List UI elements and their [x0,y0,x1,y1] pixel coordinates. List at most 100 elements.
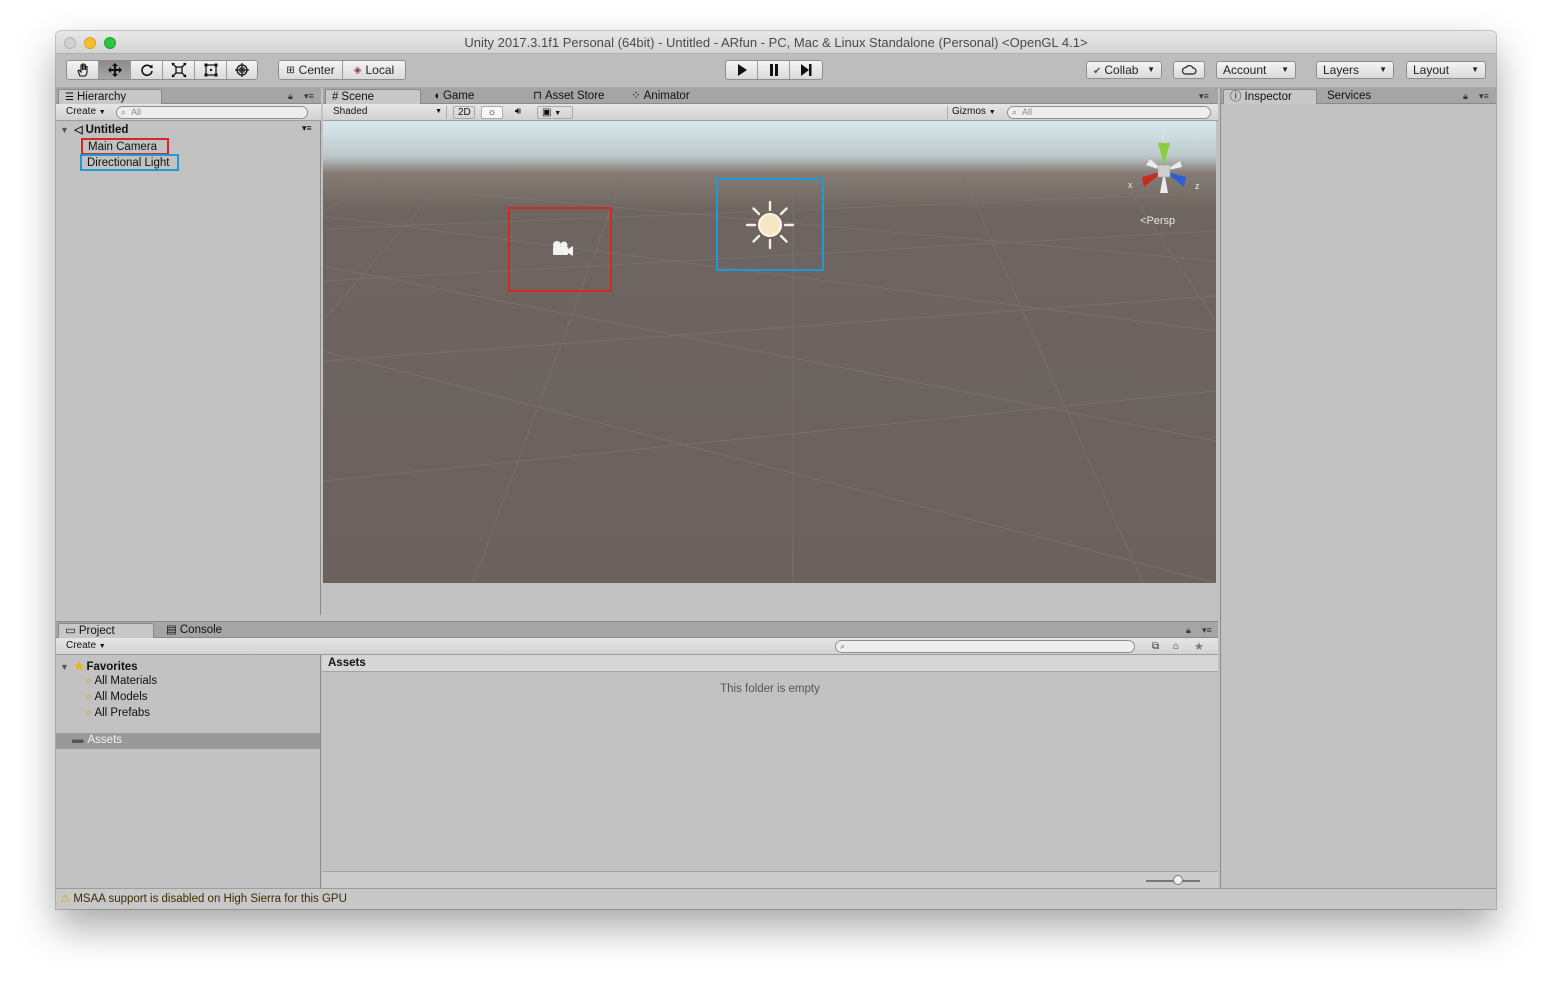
pause-icon [769,64,778,76]
filter-by-type-icon[interactable]: ⧉ [1152,641,1159,652]
hierarchy-item-main-camera[interactable]: Main Camera [81,138,170,155]
search-icon: ⌕ [840,641,846,651]
favorite-all-prefabs[interactable]: ⌕ All Prefabs [86,707,150,720]
status-message[interactable]: MSAA support is disabled on High Sierra … [73,893,347,905]
layout-dropdown[interactable]: Layout ▼ [1406,61,1486,79]
scene-lock-icon[interactable]: 🔒︎ [1195,131,1200,142]
search-icon: ⌕ [86,707,93,719]
close-window-button[interactable] [64,37,76,49]
panel-menu-icon[interactable]: ▾≡ [304,91,314,102]
search-icon: ⌕ [86,675,93,687]
pivot-local-toggle[interactable]: ◈ Local [343,61,405,79]
expand-triangle-icon[interactable]: ▼ [60,662,69,672]
hierarchy-item-label: Directional Light [87,157,170,169]
create-label: Create [66,640,97,651]
tab-project[interactable]: ▭ Project [58,623,154,638]
toggle-2d-button[interactable]: 2D [453,106,475,119]
tab-asset-store[interactable]: ⊓ Asset Store [527,89,619,104]
unity-editor-window: Unity 2017.3.1f1 Personal (64bit) - Unti… [56,31,1496,909]
tab-hierarchy[interactable]: ☰ Hierarchy [58,89,162,104]
pause-button[interactable] [758,61,790,79]
project-create-button[interactable]: Create ▼ [62,640,106,653]
shading-mode-dropdown[interactable]: Shaded ▼ [329,106,447,119]
status-bar: ⚠ MSAA support is disabled on High Sierra… [56,888,1496,909]
sun-icon: ☼ [487,107,497,118]
rotate-tool-button[interactable] [131,61,163,79]
project-search-input[interactable]: ⌕ [835,640,1135,653]
projection-toggle[interactable]: <Persp [1140,215,1175,227]
pivot-center-icon: ⊞ [286,64,295,76]
tab-animator-label: Animator [643,90,690,102]
title-bar: Unity 2017.3.1f1 Personal (64bit) - Unti… [56,31,1496,54]
favorite-label: All Models [94,691,148,703]
scale-icon [171,62,186,78]
assets-breadcrumb[interactable]: Assets [322,655,1218,672]
toggle-2d-label: 2D [458,107,471,118]
assets-folder-item[interactable]: ▬ Assets [56,733,320,749]
lock-icon[interactable]: 🔒︎ [1463,91,1468,102]
favorites-item[interactable]: ▼ ★ Favorites [60,659,138,673]
icon-size-slider-thumb[interactable] [1173,875,1183,885]
tab-console[interactable]: ▤ Console [160,623,250,638]
filter-by-label-icon[interactable]: ⌂ [1173,641,1179,652]
collab-check-icon: ✔ [1093,66,1102,77]
orientation-gizmo[interactable]: y x z [1124,131,1204,211]
panel-menu-icon[interactable]: ▾≡ [1479,91,1489,102]
favorite-all-materials[interactable]: ⌕ All Materials [86,675,157,688]
info-icon: ⓘ [1230,91,1242,103]
scale-tool-button[interactable] [163,61,195,79]
panel-menu-icon[interactable]: ▾≡ [1202,625,1212,636]
tab-animator[interactable]: ⁘ Animator [625,89,715,104]
tab-game[interactable]: ◖ Game [427,89,517,104]
camera-gizmo-icon[interactable] [549,240,575,258]
shopping-bag-icon: ⊓ [533,90,542,102]
transform-tools-group [66,60,258,80]
cloud-services-button[interactable] [1173,61,1205,79]
collab-dropdown[interactable]: ✔ Collab ▼ [1086,61,1162,79]
tab-scene[interactable]: # Scene [325,89,421,104]
account-dropdown[interactable]: Account ▼ [1216,61,1296,79]
minimize-window-button[interactable] [84,37,96,49]
project-folder-tree: ▼ ★ Favorites ⌕ All Materials ⌕ All Models … [56,655,321,889]
lock-icon[interactable]: 🔒︎ [288,91,293,102]
projection-label: Persp [1146,215,1176,227]
scene-root-item[interactable]: ▼ ◁ Untitled ▾≡ [60,123,312,136]
zoom-window-button[interactable] [104,37,116,49]
scene-name: Untitled [85,124,129,136]
transform-tool-button[interactable] [227,61,257,79]
dropdown-arrow-icon: ▼ [1281,65,1289,74]
rect-tool-button[interactable] [195,61,227,79]
scene-search-input[interactable]: ⌕ All [1007,106,1211,119]
unity-scene-icon: ◁ [74,124,83,136]
hierarchy-item-directional-light[interactable]: Directional Light [80,154,180,171]
gizmos-dropdown[interactable]: Gizmos ▼ [947,106,1001,119]
project-tabbar: ▭ Project ▤ Console 🔒︎ ▾≡ [56,622,1218,638]
play-button[interactable] [726,61,758,79]
favorite-all-models[interactable]: ⌕ All Models [86,691,148,704]
pivot-center-toggle[interactable]: ⊞ Center [279,61,343,79]
move-tool-button[interactable] [99,61,131,79]
hierarchy-search-input[interactable]: ⌕ All [116,106,308,119]
tab-console-label: Console [179,624,223,636]
tab-inspector[interactable]: ⓘ Inspector [1223,89,1317,104]
expand-triangle-icon[interactable]: ▼ [60,125,69,135]
grid-icon: # [332,91,339,103]
playback-controls-group [725,60,823,80]
scene-effects-dropdown[interactable]: ▣ ▼ [537,106,573,119]
layout-label: Layout [1413,63,1450,77]
scene-lighting-toggle[interactable]: ☼ [481,106,503,119]
lock-icon[interactable]: 🔒︎ [1186,625,1191,636]
account-label: Account [1223,63,1267,77]
directional-light-gizmo-icon[interactable] [743,198,797,252]
layers-dropdown[interactable]: Layers ▼ [1316,61,1394,79]
step-button[interactable] [790,61,822,79]
hierarchy-tabbar: ☰ Hierarchy 🔒︎ ▾≡ [56,88,321,104]
scene-viewport[interactable]: y x z <Persp 🔒︎ [323,121,1216,583]
panel-menu-icon[interactable]: ▾≡ [1199,91,1209,102]
tab-services[interactable]: Services [1321,89,1411,104]
hierarchy-create-button[interactable]: Create ▼ [62,106,106,119]
scene-audio-toggle[interactable]: 🔊︎ [507,106,529,119]
scene-menu-icon[interactable]: ▾≡ [302,123,312,134]
favorite-star-icon[interactable]: ★ [1194,640,1204,653]
hand-tool-button[interactable] [67,61,99,79]
